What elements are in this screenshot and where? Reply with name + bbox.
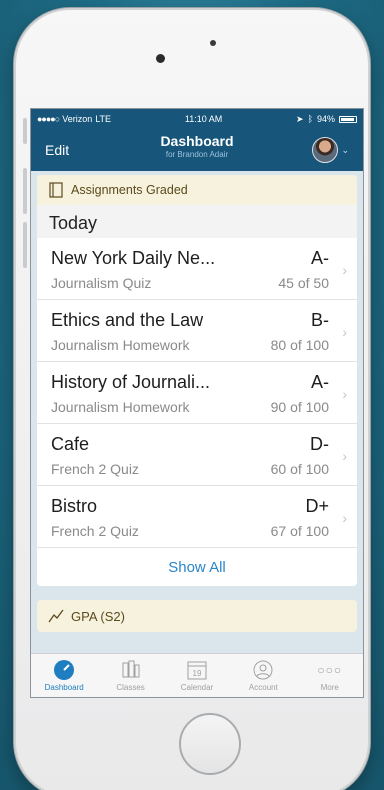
chevron-right-icon: › bbox=[342, 385, 347, 402]
tab-classes[interactable]: Classes bbox=[99, 657, 163, 692]
assignment-row[interactable]: History of Journali... A- Journalism Hom… bbox=[37, 362, 357, 424]
edit-button[interactable]: Edit bbox=[45, 142, 69, 158]
more-icon: ○○○ bbox=[317, 663, 343, 677]
home-button[interactable] bbox=[179, 713, 241, 775]
chevron-right-icon: › bbox=[342, 509, 347, 526]
assignment-row[interactable]: Bistro D+ French 2 Quiz 67 of 100 › bbox=[37, 486, 357, 548]
assignments-card-header: Assignments Graded bbox=[37, 175, 357, 205]
signal-strength-icon: ●●●●○ bbox=[37, 114, 60, 124]
volume-up-button bbox=[23, 168, 27, 214]
assignment-grade: A- bbox=[311, 248, 329, 268]
tab-label: More bbox=[320, 683, 339, 692]
assignment-row[interactable]: New York Daily Ne... A- Journalism Quiz … bbox=[37, 238, 357, 300]
assignment-category: French 2 Quiz bbox=[51, 461, 139, 477]
gpa-card-header[interactable]: GPA (S2) bbox=[37, 600, 357, 632]
assignment-score: 60 of 100 bbox=[270, 461, 329, 477]
show-all-button[interactable]: Show All bbox=[37, 548, 357, 586]
tab-label: Calendar bbox=[180, 683, 214, 692]
front-sensor bbox=[210, 40, 216, 46]
tab-label: Account bbox=[248, 683, 278, 692]
clock: 11:10 AM bbox=[184, 114, 223, 124]
chevron-right-icon: › bbox=[342, 447, 347, 464]
calendar-icon: 19 bbox=[184, 657, 210, 683]
assignment-score: 90 of 100 bbox=[270, 399, 329, 415]
nav-bar: Edit Dashboard for Brandon Adair ⌄ bbox=[31, 129, 363, 171]
assignment-grade: D- bbox=[310, 434, 329, 454]
network-label: LTE bbox=[95, 114, 112, 124]
tab-account[interactable]: Account bbox=[231, 657, 295, 692]
carrier-label: Verizon bbox=[62, 114, 93, 124]
tab-dashboard[interactable]: Dashboard bbox=[32, 657, 96, 692]
section-today: Today bbox=[37, 205, 357, 238]
classes-icon bbox=[118, 657, 144, 683]
battery-icon bbox=[338, 115, 357, 123]
volume-down-button bbox=[23, 222, 27, 268]
account-switcher[interactable]: ⌄ bbox=[312, 137, 349, 163]
tab-more[interactable]: ○○○ More bbox=[298, 657, 362, 692]
assignments-card-title: Assignments Graded bbox=[71, 183, 188, 197]
battery-percent: 94% bbox=[316, 114, 335, 124]
assignment-score: 67 of 100 bbox=[270, 523, 329, 539]
assignment-grade: A- bbox=[311, 372, 329, 392]
chevron-down-icon: ⌄ bbox=[341, 144, 349, 155]
assignment-row[interactable]: Ethics and the Law B- Journalism Homewor… bbox=[37, 300, 357, 362]
assignment-category: Journalism Homework bbox=[51, 337, 190, 353]
calendar-day: 19 bbox=[193, 669, 202, 678]
assignment-row[interactable]: Cafe D- French 2 Quiz 60 of 100 › bbox=[37, 424, 357, 486]
assignment-title: Cafe bbox=[51, 434, 90, 454]
tab-calendar[interactable]: 19 Calendar bbox=[165, 657, 229, 692]
assignment-title: History of Journali... bbox=[51, 372, 211, 392]
tab-label: Dashboard bbox=[44, 683, 84, 692]
front-camera bbox=[156, 54, 165, 63]
assignment-grade: D+ bbox=[305, 496, 329, 516]
gpa-card-title: GPA (S2) bbox=[71, 608, 125, 624]
assignment-title: Ethics and the Law bbox=[51, 310, 204, 330]
bluetooth-icon: ᛒ bbox=[307, 114, 313, 124]
assignment-score: 80 of 100 bbox=[270, 337, 329, 353]
assignment-title: New York Daily Ne... bbox=[51, 248, 216, 268]
assignment-category: French 2 Quiz bbox=[51, 523, 139, 539]
assignment-category: Journalism Quiz bbox=[51, 275, 152, 291]
app-screen: ●●●●○ Verizon LTE 11:10 AM ➤ ᛒ 94% Edit … bbox=[30, 108, 364, 698]
chevron-right-icon: › bbox=[342, 323, 347, 340]
assignment-score: 45 of 50 bbox=[278, 275, 329, 291]
trend-line-icon bbox=[48, 609, 64, 623]
tab-label: Classes bbox=[116, 683, 145, 692]
location-icon: ➤ bbox=[296, 113, 304, 124]
tab-bar: Dashboard Classes 19 Calendar Account ○○… bbox=[31, 653, 363, 697]
status-bar: ●●●●○ Verizon LTE 11:10 AM ➤ ᛒ 94% bbox=[31, 109, 363, 129]
notebook-icon bbox=[49, 182, 63, 198]
avatar bbox=[312, 137, 339, 163]
assignments-card: Assignments Graded Today New York Daily … bbox=[37, 175, 357, 586]
assignment-category: Journalism Homework bbox=[51, 399, 190, 415]
dashboard-icon bbox=[51, 657, 77, 683]
account-icon bbox=[250, 657, 276, 683]
assignment-grade: B- bbox=[311, 310, 329, 330]
mute-switch bbox=[23, 118, 27, 144]
chevron-right-icon: › bbox=[342, 261, 347, 278]
assignment-title: Bistro bbox=[51, 496, 98, 516]
dashboard-content: Assignments Graded Today New York Daily … bbox=[31, 171, 363, 653]
